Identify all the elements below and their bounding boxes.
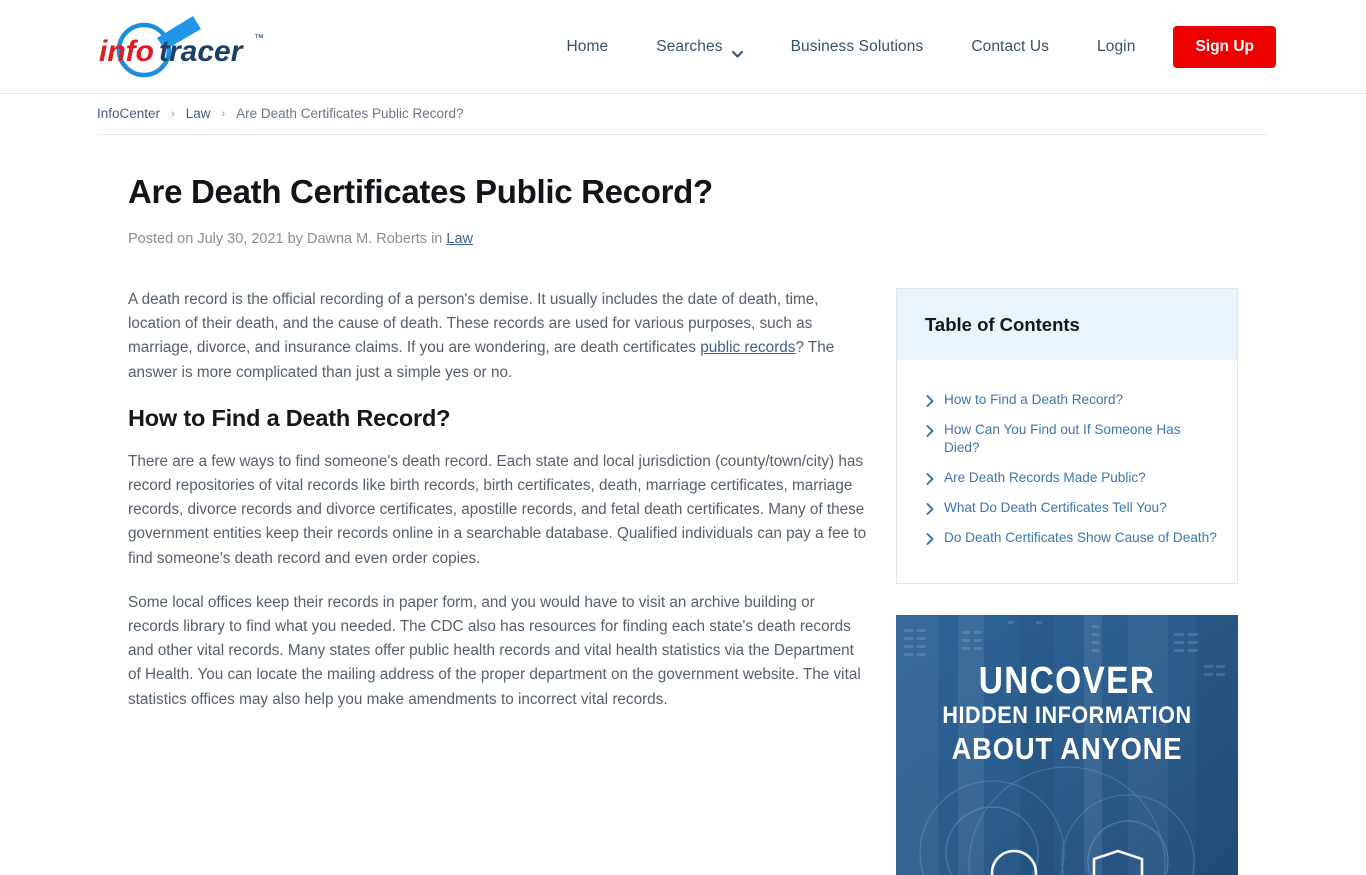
post-meta: Posted on July 30, 2021 by Dawna M. Robe… — [128, 231, 473, 247]
logo-text-tracer: tracer — [159, 35, 245, 68]
post-meta-in: in — [427, 231, 447, 247]
nav-item-home[interactable]: Home — [543, 38, 633, 56]
chevron-right-icon — [926, 472, 934, 485]
toc-item-how-can-you-find-out-if-someone-has-died[interactable]: How Can You Find out If Someone Has Died… — [917, 417, 1217, 465]
site-header: info tracer ™ Home Searches Business Sol… — [0, 0, 1366, 94]
post-meta-prefix: Posted on — [128, 231, 198, 247]
nav-item-login[interactable]: Login — [1073, 38, 1159, 56]
post-author: Dawna M. Roberts — [306, 231, 428, 247]
public-records-link[interactable]: public records — [700, 339, 795, 356]
nav-item-searches[interactable]: Searches — [632, 38, 766, 57]
breadcrumb-separator-icon: › — [171, 107, 175, 120]
chevron-right-icon — [926, 394, 934, 407]
nav-item-business-solutions[interactable]: Business Solutions — [767, 38, 948, 56]
breadcrumb-item-current: Are Death Certificates Public Record? — [236, 106, 464, 121]
toc-item-are-death-records-made-public[interactable]: Are Death Records Made Public? — [917, 465, 1217, 495]
main-navigation: Home Searches Business Solutions Contact… — [543, 0, 1276, 94]
table-of-contents-title: Table of Contents — [925, 314, 1080, 335]
chevron-right-icon — [926, 502, 934, 515]
nav-label-home: Home — [566, 38, 609, 55]
article-paragraph-1: A death record is the official recording… — [128, 288, 868, 385]
table-of-contents-card: Table of Contents How to Find a Death Re… — [896, 288, 1238, 584]
promo-banner[interactable]: UNCOVER HIDDEN INFORMATION ABOUT ANYONE — [896, 615, 1238, 875]
section-heading-how-to-find-a-death-record: How to Find a Death Record? — [128, 404, 451, 431]
breadcrumb-separator-icon: › — [221, 107, 226, 120]
article-body: A death record is the official recording… — [128, 288, 868, 732]
breadcrumb-item-law[interactable]: Law — [186, 106, 211, 121]
nav-label-business-solutions: Business Solutions — [790, 38, 924, 55]
article-paragraph-2: There are a few ways to find someone's d… — [128, 452, 867, 567]
breadcrumb: InfoCenter › Law › Are Death Certificate… — [97, 95, 1267, 135]
promo-headline-line-3: ABOUT ANYONE — [951, 731, 1183, 766]
post-meta-by: by — [283, 231, 307, 247]
chevron-right-icon — [926, 532, 934, 545]
toc-link-label: What Do Death Certificates Tell You? — [944, 500, 1167, 515]
page-title: Are Death Certificates Public Record? — [128, 173, 713, 210]
toc-link-label: Are Death Records Made Public? — [944, 470, 1146, 485]
toc-link-label: Do Death Certificates Show Cause of Deat… — [944, 530, 1217, 545]
article-paragraph-3: Some local offices keep their records in… — [128, 593, 861, 708]
chevron-right-icon — [926, 424, 934, 437]
table-of-contents-header: Table of Contents — [897, 289, 1237, 360]
promo-copy: UNCOVER HIDDEN INFORMATION ABOUT ANYONE — [896, 661, 1238, 767]
logo-text-info: info — [99, 35, 154, 68]
promo-headline-line-2: HIDDEN INFORMATION — [942, 702, 1192, 729]
promo-headline-line-1: UNCOVER — [978, 660, 1156, 702]
logo-trademark: ™ — [254, 33, 264, 44]
infotracer-logo-mark: info tracer ™ — [99, 16, 264, 78]
sidebar: Table of Contents How to Find a Death Re… — [896, 288, 1238, 875]
infotracer-logo[interactable]: info tracer ™ — [97, 12, 282, 82]
nav-item-contact-us[interactable]: Contact Us — [947, 38, 1073, 56]
post-category-link[interactable]: Law — [446, 231, 473, 247]
breadcrumb-item-infocenter[interactable]: InfoCenter — [97, 106, 160, 121]
table-of-contents-list: How to Find a Death Record? How Can You … — [897, 360, 1237, 583]
nav-label-searches: Searches — [656, 38, 723, 55]
toc-link-label: How to Find a Death Record? — [944, 392, 1124, 407]
nav-label-contact-us: Contact Us — [971, 38, 1049, 55]
toc-item-how-to-find-a-death-record[interactable]: How to Find a Death Record? — [917, 387, 1217, 417]
post-date: July 30, 2021 — [197, 231, 284, 247]
toc-link-label: How Can You Find out If Someone Has Died… — [944, 422, 1181, 455]
toc-item-do-death-certificates-show-cause-of-death[interactable]: Do Death Certificates Show Cause of Deat… — [917, 525, 1217, 555]
nav-label-login: Login — [1097, 38, 1136, 55]
chevron-down-icon — [731, 45, 743, 57]
sign-up-button[interactable]: Sign Up — [1173, 26, 1276, 68]
toc-item-what-do-death-certificates-tell-you[interactable]: What Do Death Certificates Tell You? — [917, 495, 1217, 525]
